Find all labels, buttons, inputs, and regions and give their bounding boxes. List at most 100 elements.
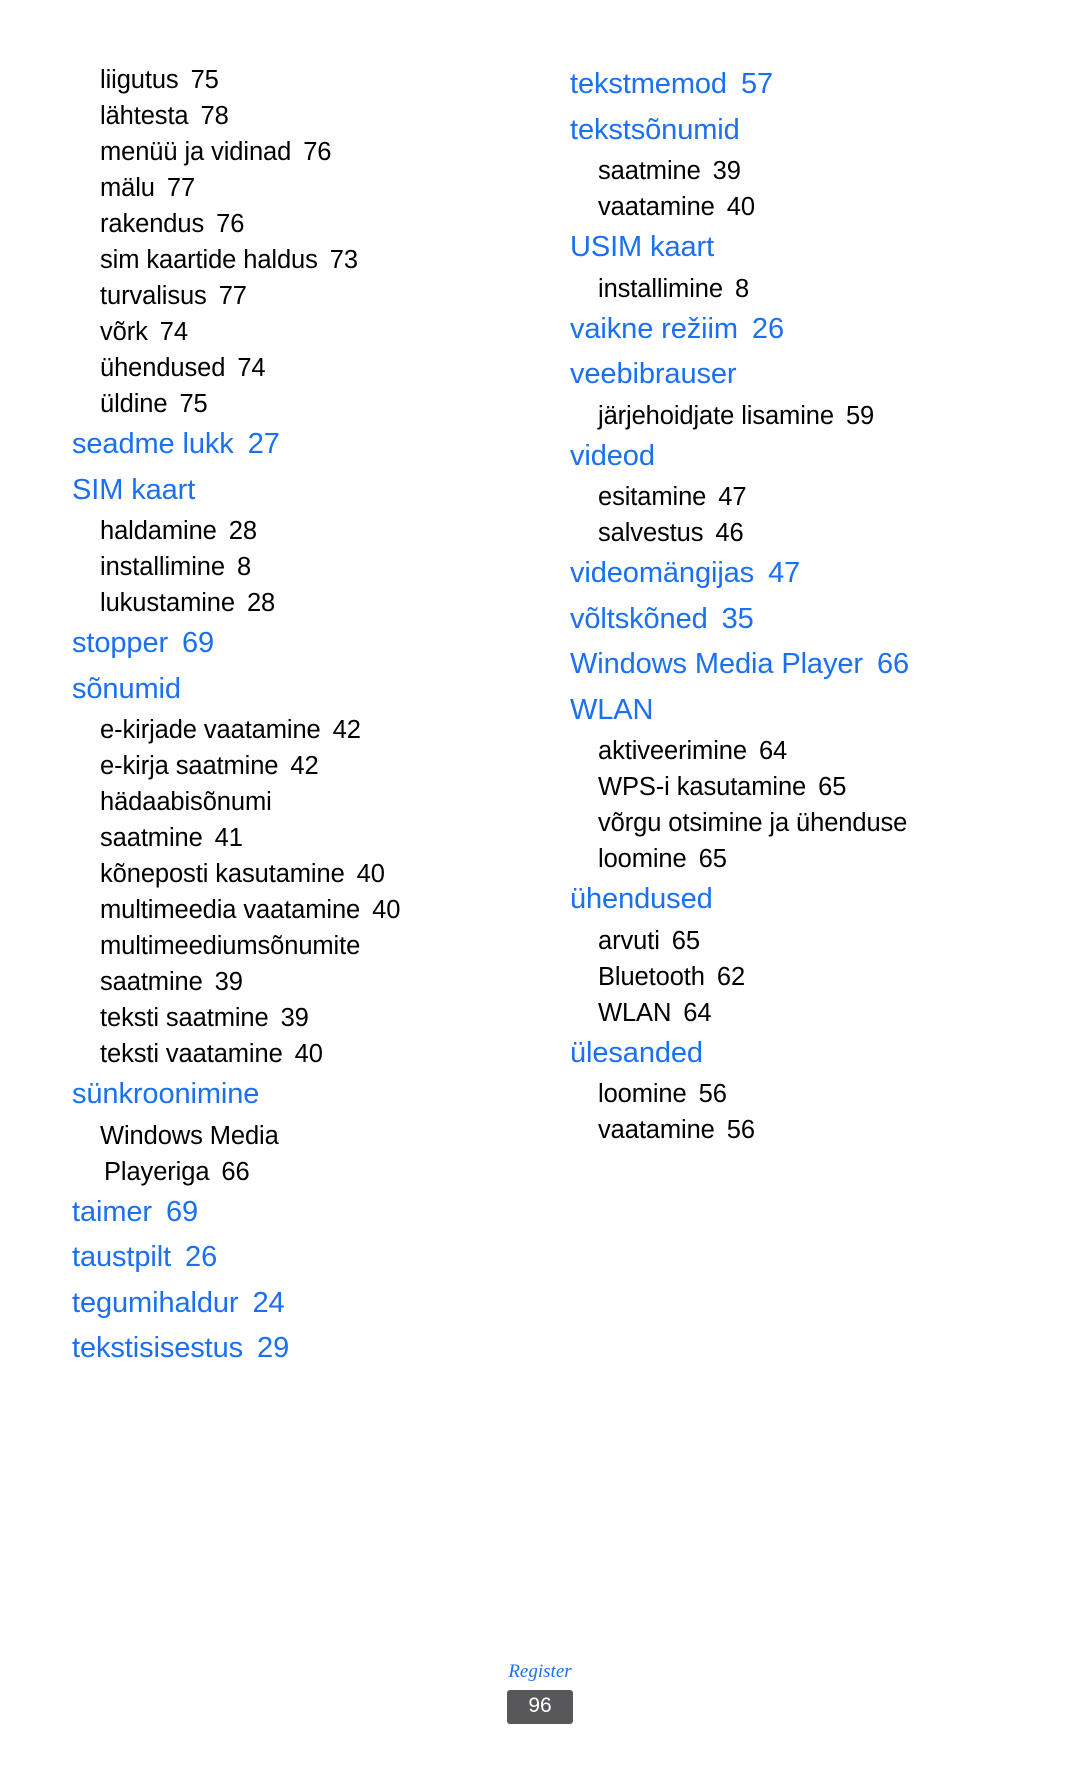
- index-entry-label: taustpilt: [72, 1241, 172, 1273]
- index-entry-label: tekstsõnumid: [570, 113, 740, 146]
- index-heading: tekstisisestus 29: [72, 1326, 502, 1372]
- index-entry-label: vaatamine: [598, 1116, 715, 1144]
- index-entry-label: vaikne režiim: [570, 312, 738, 345]
- index-subentry: WLAN 64: [570, 995, 1000, 1031]
- index-entry-page-number: 40: [372, 896, 401, 924]
- index-entry-page-number: 26: [185, 1241, 218, 1273]
- index-entry-page-number: 28: [228, 517, 257, 545]
- index-heading: videod: [570, 434, 1000, 480]
- index-entry-page-number: 59: [845, 401, 875, 430]
- index-entry-page-number: 24: [252, 1286, 285, 1319]
- index-subentry: installimine 8: [570, 271, 1000, 307]
- index-subentry: Windows Media: [72, 1118, 502, 1154]
- index-entry-page-number: 28: [246, 589, 276, 617]
- index-entry-page-number: 64: [758, 737, 788, 765]
- index-entry-page-number: 8: [236, 553, 252, 581]
- index-entry-label: ühendused: [570, 883, 713, 915]
- index-entry-page-number: 47: [768, 557, 801, 589]
- index-subentry-continuation: Playeriga 66: [72, 1154, 502, 1190]
- index-column-right: tekstmemod 57 tekstsõnumid saatmine 39 vaatam…: [570, 62, 1000, 1148]
- index-entry-label: Windows Media: [100, 1121, 279, 1150]
- index-subentry: loomine 56: [570, 1076, 1000, 1112]
- index-entry-page-number: 42: [290, 752, 319, 780]
- index-entry-label: tekstmemod: [570, 68, 727, 100]
- index-heading: Windows Media Player 66: [570, 642, 1000, 688]
- index-entry-page-number: 74: [237, 354, 266, 382]
- index-subentry: lähtesta 78: [72, 98, 502, 134]
- index-entry-label: multimeedia vaatamine: [100, 896, 361, 924]
- index-subentry: liigutus 75: [72, 62, 502, 98]
- index-entry-label: saatmine: [100, 824, 203, 852]
- index-entry-label: võrgu otsimine ja ühenduse: [598, 809, 908, 837]
- index-heading: stopper 69: [72, 621, 502, 667]
- page-footer: Register 96: [0, 1660, 1080, 1724]
- index-entry-page-number: 57: [740, 68, 774, 100]
- index-entry-label: WLAN: [598, 998, 672, 1027]
- index-heading: videomängijas 47: [570, 551, 1000, 597]
- index-entry-page-number: 66: [221, 1157, 250, 1186]
- index-entry-page-number: 65: [671, 926, 700, 955]
- index-entry-label: ühendused: [100, 354, 226, 382]
- index-heading: ühendused: [570, 877, 1000, 923]
- index-subentry: kõneposti kasutamine 40: [72, 856, 502, 892]
- index-entry-page-number: 56: [698, 1080, 727, 1108]
- index-columns: liigutus 75 lähtesta 78 menüü ja vidinad 76 mä…: [0, 62, 1080, 1372]
- index-entry-page-number: 73: [329, 246, 358, 274]
- index-entry-label: sim kaartide haldus: [100, 246, 318, 274]
- index-subentry: turvalisus 77: [72, 278, 502, 314]
- index-entry-label: saatmine: [598, 157, 701, 185]
- index-entry-page-number: 69: [182, 627, 215, 659]
- index-entry-label: liigutus: [100, 66, 179, 94]
- index-entry-label: videod: [570, 439, 655, 472]
- index-entry-label: võrk: [100, 318, 148, 346]
- index-entry-page-number: 65: [698, 845, 727, 873]
- index-entry-page-number: 29: [257, 1332, 290, 1364]
- index-subentry: ühendused 74: [72, 350, 502, 386]
- index-entry-label: turvalisus: [100, 282, 207, 310]
- index-entry-label: salvestus: [598, 519, 704, 547]
- footer-section-label: Register: [508, 1661, 572, 1682]
- index-subentry: lukustamine 28: [72, 585, 502, 621]
- index-entry-page-number: 39: [214, 968, 243, 996]
- index-entry-label: videomängijas: [570, 557, 755, 589]
- index-entry-label: hädaabisõnumi: [100, 788, 272, 816]
- index-subentry: sim kaartide haldus 73: [72, 242, 502, 278]
- index-entry-page-number: 27: [247, 428, 280, 460]
- index-entry-label: tegumihaldur: [72, 1286, 239, 1319]
- index-entry-label: esitamine: [598, 483, 707, 511]
- index-heading: taimer 69: [72, 1190, 502, 1236]
- index-entry-label: vaatamine: [598, 193, 715, 221]
- index-subentry: mälu 77: [72, 170, 502, 206]
- index-heading: sõnumid: [72, 667, 502, 713]
- index-entry-label: ülesanded: [570, 1036, 703, 1069]
- index-subentry-continuation: saatmine 41: [72, 820, 502, 856]
- index-entry-page-number: 69: [165, 1195, 199, 1228]
- index-heading: ülesanded: [570, 1031, 1000, 1077]
- index-page: liigutus 75 lähtesta 78 menüü ja vidinad 76 mä…: [0, 0, 1080, 1771]
- index-entry-label: taimer: [72, 1195, 152, 1228]
- index-subentry: hädaabisõnumi: [72, 784, 502, 820]
- index-entry-label: veebibrauser: [570, 358, 737, 390]
- index-entry-label: tekstisisestus: [72, 1332, 244, 1364]
- index-entry-page-number: 75: [179, 390, 208, 418]
- index-entry-page-number: 65: [818, 773, 847, 801]
- index-subentry: vaatamine 56: [570, 1112, 1000, 1148]
- index-heading: taustpilt 26: [72, 1235, 502, 1281]
- index-heading: tegumihaldur 24: [72, 1281, 502, 1327]
- index-entry-label: WPS-i kasutamine: [598, 773, 807, 801]
- index-subentry: vaatamine 40: [570, 189, 1000, 225]
- index-entry-label: kõneposti kasutamine: [100, 860, 345, 888]
- index-entry-label: e-kirja saatmine: [100, 752, 279, 780]
- index-subentry: haldamine 28: [72, 513, 502, 549]
- index-entry-page-number: 26: [751, 312, 784, 345]
- index-entry-label: Windows Media Player: [570, 648, 863, 680]
- index-heading: võltskõned 35: [570, 597, 1000, 643]
- index-entry-label: võltskõned: [570, 602, 708, 635]
- index-subentry: rakendus 76: [72, 206, 502, 242]
- index-heading: veebibrauser: [570, 352, 1000, 398]
- index-entry-page-number: 47: [718, 483, 747, 511]
- index-entry-page-number: 77: [166, 174, 196, 202]
- index-heading: tekstmemod 57: [570, 62, 1000, 108]
- index-entry-page-number: 78: [200, 102, 229, 130]
- index-heading: tekstsõnumid: [570, 108, 1000, 154]
